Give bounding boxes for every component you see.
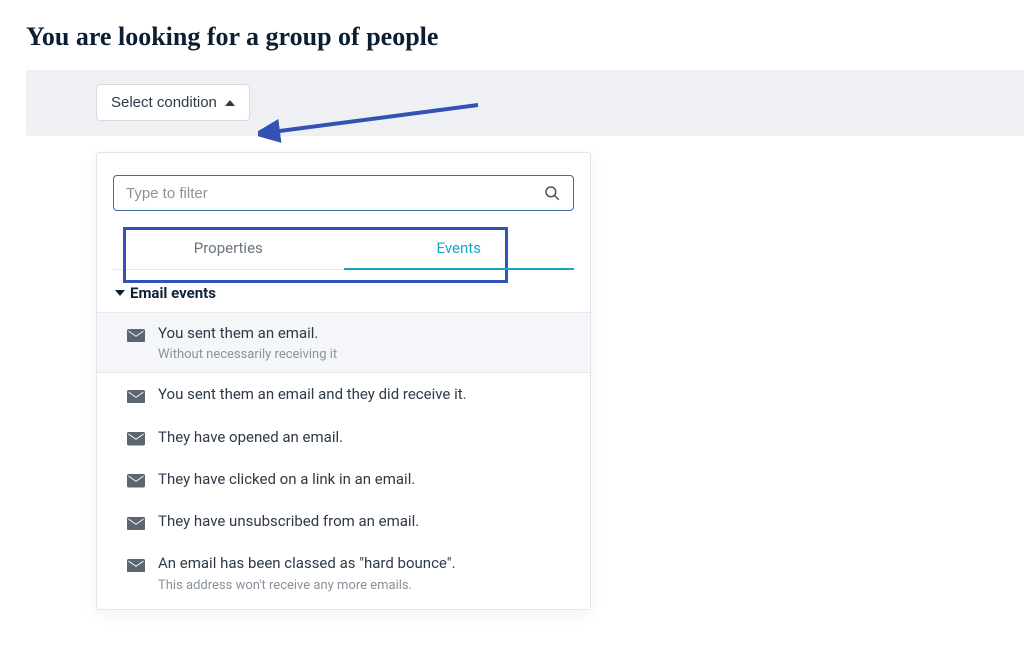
event-item[interactable]: They have opened an email. (97, 416, 590, 458)
tab-events[interactable]: Events (344, 227, 575, 269)
select-condition-button[interactable]: Select condition (96, 84, 250, 121)
caret-down-icon (115, 290, 125, 296)
tab-properties[interactable]: Properties (113, 227, 344, 269)
event-item[interactable]: An email has been classed as "hard bounc… (97, 542, 590, 603)
tabs: Properties Events (113, 227, 574, 270)
condition-dropdown: Properties Events Email events You sent … (96, 152, 591, 610)
event-item[interactable]: You sent them an email. Without necessar… (97, 312, 590, 373)
envelope-icon (127, 327, 145, 340)
event-label: They have opened an email. (158, 427, 343, 447)
envelope-icon (127, 515, 145, 528)
event-item[interactable]: They have clicked on a link in an email. (97, 458, 590, 500)
select-condition-label: Select condition (111, 94, 217, 111)
event-label: They have clicked on a link in an email. (158, 469, 415, 489)
event-sub: Without necessarily receiving it (158, 347, 337, 362)
search-icon (543, 184, 561, 202)
page-title: You are looking for a group of people (26, 22, 1024, 52)
event-label: You sent them an email and they did rece… (158, 384, 467, 404)
group-header-email-events[interactable]: Email events (97, 270, 590, 312)
event-label: You sent them an email. (158, 323, 337, 343)
envelope-icon (127, 557, 145, 570)
event-item[interactable]: You sent them an email and they did rece… (97, 373, 590, 415)
caret-up-icon (225, 100, 235, 106)
envelope-icon (127, 473, 145, 486)
filter-box[interactable] (113, 175, 574, 211)
group-header-label: Email events (130, 284, 216, 302)
event-label: An email has been classed as "hard bounc… (158, 553, 456, 573)
event-item[interactable]: An email has been classed as "soft bounc… (97, 604, 590, 610)
dropdown-scroll[interactable]: Properties Events Email events You sent … (97, 153, 590, 609)
filter-input[interactable] (126, 185, 543, 202)
event-sub: This address won't receive any more emai… (158, 578, 456, 593)
event-item[interactable]: They have unsubscribed from an email. (97, 500, 590, 542)
condition-bar: Select condition (26, 70, 1024, 136)
envelope-icon (127, 431, 145, 444)
envelope-icon (127, 388, 145, 401)
event-label: They have unsubscribed from an email. (158, 511, 419, 531)
